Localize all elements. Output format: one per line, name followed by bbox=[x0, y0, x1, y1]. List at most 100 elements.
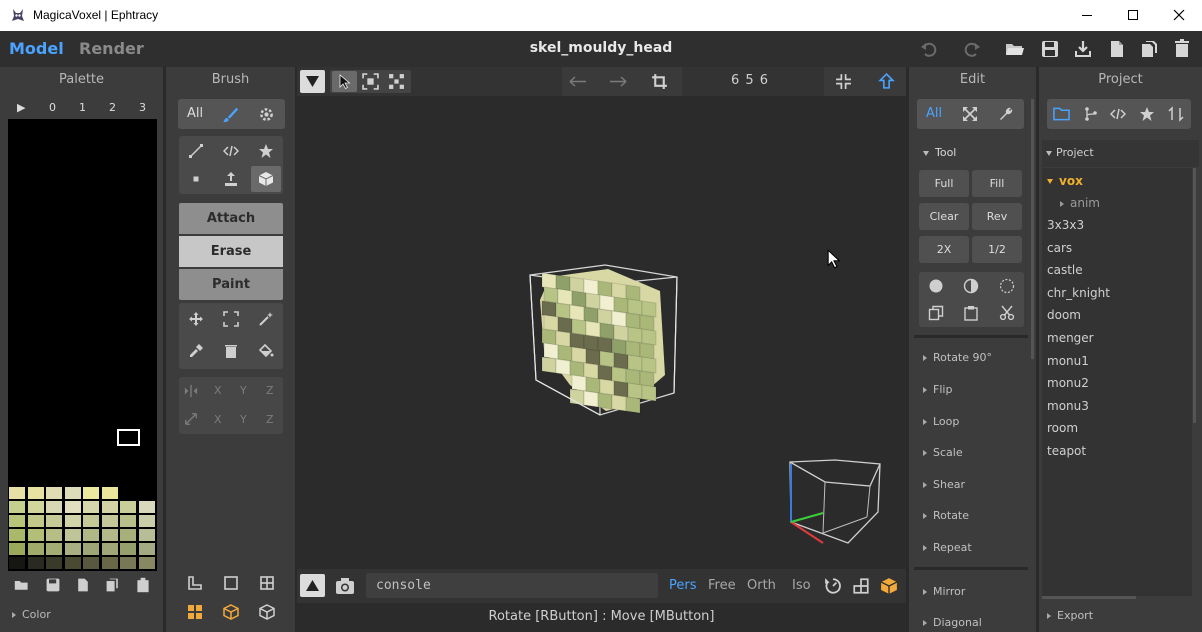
folder-icon[interactable] bbox=[1053, 106, 1070, 122]
duplicate-file-icon[interactable] bbox=[1140, 39, 1160, 59]
fit-view-icon[interactable] bbox=[835, 73, 852, 90]
upload-arrow-icon[interactable] bbox=[878, 73, 895, 90]
close-button[interactable] bbox=[1156, 0, 1202, 31]
palette-swatch[interactable] bbox=[46, 557, 62, 569]
folder-vox[interactable]: vox bbox=[1047, 174, 1083, 188]
mirror-axis-icon[interactable] bbox=[184, 384, 198, 398]
project-scrollbar[interactable] bbox=[1193, 168, 1196, 423]
fill-tool-button[interactable] bbox=[251, 338, 281, 364]
half-size-button[interactable]: 1/2 bbox=[972, 236, 1022, 263]
cube-outline-icon[interactable] bbox=[259, 604, 275, 620]
console-toggle-button[interactable] bbox=[300, 574, 325, 597]
palette-swatch[interactable] bbox=[138, 501, 155, 513]
project-hscrollbar[interactable] bbox=[1042, 596, 1136, 599]
palette-swatch[interactable] bbox=[9, 557, 25, 569]
viewport-menu-button[interactable] bbox=[300, 70, 325, 93]
voxel-model[interactable] bbox=[520, 255, 695, 425]
palette-swatch[interactable] bbox=[64, 487, 81, 499]
palette-page-3[interactable]: 3 bbox=[139, 101, 146, 114]
palette-swatch[interactable] bbox=[9, 529, 25, 541]
palette-swatch[interactable] bbox=[64, 543, 81, 555]
palette-swatch[interactable] bbox=[27, 557, 44, 569]
branch-icon[interactable] bbox=[1083, 106, 1099, 122]
arrow-left-icon[interactable] bbox=[569, 76, 587, 87]
palette-swatch[interactable] bbox=[9, 501, 25, 513]
palette-page-2[interactable]: 2 bbox=[109, 101, 116, 114]
arrow-right-icon[interactable] bbox=[609, 76, 627, 87]
palette-swatch[interactable] bbox=[120, 529, 136, 541]
palette-swatch[interactable] bbox=[9, 487, 25, 499]
palette-swatch[interactable] bbox=[138, 543, 155, 555]
palette-swatch[interactable] bbox=[27, 529, 44, 541]
crop-icon[interactable] bbox=[651, 73, 668, 90]
palette-swatch[interactable] bbox=[27, 543, 44, 555]
pattern-brush-button[interactable] bbox=[216, 138, 246, 164]
edit-filter-all[interactable]: All bbox=[926, 106, 942, 121]
layout-2-icon[interactable] bbox=[223, 575, 239, 591]
deselect-circle-icon[interactable] bbox=[999, 278, 1015, 294]
mirror-x-toggle[interactable]: X bbox=[214, 384, 222, 397]
palette-swatch[interactable] bbox=[64, 501, 81, 513]
palette-swatch[interactable] bbox=[101, 557, 118, 569]
line-brush-button[interactable] bbox=[181, 138, 211, 164]
double-size-button[interactable]: 2X bbox=[919, 236, 969, 263]
undo-icon[interactable] bbox=[919, 39, 939, 59]
reverse-button[interactable]: Rev bbox=[972, 203, 1022, 230]
palette-swatch[interactable] bbox=[101, 487, 118, 499]
palette-open-icon[interactable] bbox=[14, 577, 30, 593]
palette-copy-icon[interactable] bbox=[105, 577, 121, 593]
project-file-item[interactable]: castle bbox=[1047, 263, 1083, 277]
color-section-toggle[interactable]: Color bbox=[12, 608, 51, 621]
project-file-item[interactable]: teapot bbox=[1047, 444, 1086, 458]
project-file-item[interactable]: chr_knight bbox=[1047, 286, 1110, 300]
orientation-gizmo[interactable] bbox=[780, 450, 890, 555]
minimize-button[interactable] bbox=[1064, 0, 1110, 31]
folder-anim[interactable]: anim bbox=[1060, 196, 1100, 210]
palette-swatch[interactable] bbox=[120, 515, 136, 527]
palette-swatch[interactable] bbox=[46, 501, 62, 513]
sort-icon[interactable] bbox=[1168, 106, 1184, 122]
star-brush-button[interactable] bbox=[251, 138, 281, 164]
camera-orth-button[interactable]: Orth bbox=[747, 578, 776, 593]
edit-scrollbar[interactable] bbox=[1031, 99, 1034, 359]
full-button[interactable]: Full bbox=[919, 170, 969, 197]
palette-grid[interactable] bbox=[8, 119, 157, 571]
project-file-item[interactable]: monu2 bbox=[1047, 376, 1089, 390]
pointer-select-button[interactable] bbox=[332, 71, 357, 92]
select-tool-button[interactable] bbox=[216, 306, 246, 332]
palette-swatches[interactable] bbox=[8, 486, 157, 571]
palette-swatch[interactable] bbox=[83, 501, 99, 513]
project-file-item[interactable]: doom bbox=[1047, 308, 1081, 322]
camera-icon[interactable] bbox=[334, 576, 356, 596]
voxel-brush-button[interactable] bbox=[181, 166, 211, 192]
project-file-item[interactable]: monu3 bbox=[1047, 399, 1089, 413]
camera-free-button[interactable]: Free bbox=[708, 578, 736, 593]
erase-mode-button[interactable]: Erase bbox=[179, 236, 283, 267]
clear-button[interactable]: Clear bbox=[919, 203, 969, 230]
open-folder-icon[interactable] bbox=[1005, 39, 1025, 59]
model-dimensions[interactable]: 6 5 6 bbox=[710, 73, 790, 88]
palette-swatch[interactable] bbox=[27, 515, 44, 527]
project-file-item[interactable]: monu1 bbox=[1047, 354, 1089, 368]
tool-section-toggle[interactable]: Tool bbox=[923, 146, 956, 159]
scale-z-toggle[interactable]: Z bbox=[266, 413, 274, 426]
scissors-icon[interactable] bbox=[999, 305, 1015, 321]
palette-swatch[interactable] bbox=[46, 487, 62, 499]
palette-swatch[interactable] bbox=[83, 529, 99, 541]
palette-swatch[interactable] bbox=[9, 515, 25, 527]
star-icon[interactable] bbox=[1139, 106, 1155, 122]
scale-y-toggle[interactable]: Y bbox=[240, 413, 247, 426]
palette-swatch[interactable] bbox=[120, 543, 136, 555]
orange-box-icon[interactable] bbox=[880, 577, 898, 595]
mirror-z-toggle[interactable]: Z bbox=[266, 384, 274, 397]
export-section-toggle[interactable]: Export bbox=[1047, 609, 1093, 622]
palette-swatch[interactable] bbox=[27, 501, 44, 513]
move-tool-button[interactable] bbox=[181, 306, 211, 332]
palette-swatch[interactable] bbox=[83, 543, 99, 555]
palette-swatch[interactable] bbox=[83, 515, 99, 527]
palette-swatch[interactable] bbox=[46, 543, 62, 555]
project-file-item[interactable]: menger bbox=[1047, 331, 1094, 345]
box-brush-button[interactable] bbox=[251, 166, 281, 192]
face-brush-button[interactable] bbox=[216, 166, 246, 192]
reset-camera-icon[interactable] bbox=[824, 577, 842, 595]
